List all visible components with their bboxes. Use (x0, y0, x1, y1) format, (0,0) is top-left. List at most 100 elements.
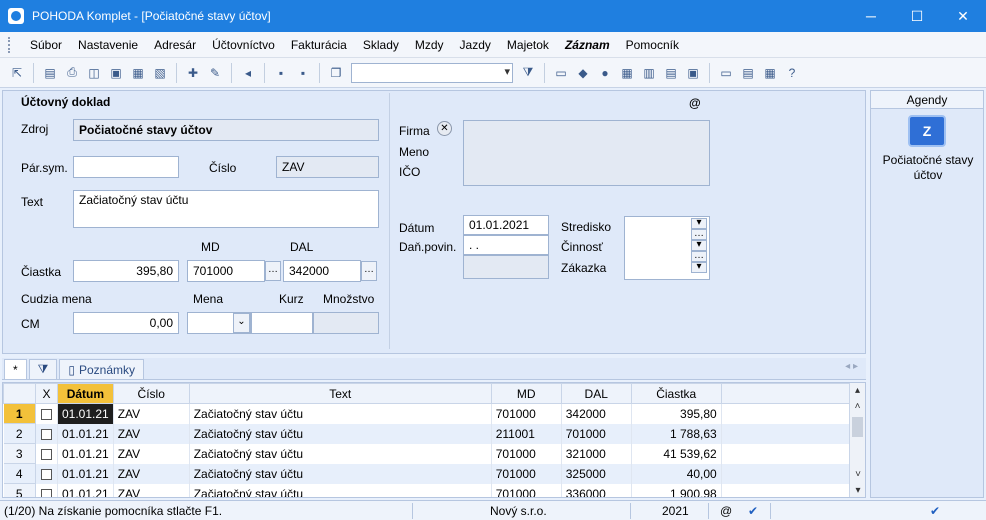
filter-icon[interactable]: ⧩ (518, 63, 538, 83)
row-checkbox[interactable] (35, 423, 58, 444)
cell-text[interactable]: Začiatočný stav účtu (189, 403, 492, 424)
menu-jazdy[interactable]: Jazdy (452, 34, 499, 56)
iban-icon[interactable]: ▣ (683, 63, 703, 83)
save-all-icon[interactable]: ▪ (293, 63, 313, 83)
save-icon[interactable]: ▪ (271, 63, 291, 83)
grid-vertical-scrollbar[interactable]: ▴ ˄ ˅ ▾ (849, 383, 865, 497)
list-icon[interactable]: ▤ (738, 63, 758, 83)
cell-cislo[interactable]: ZAV (113, 443, 190, 464)
notes-icon[interactable]: ▦ (760, 63, 780, 83)
preview-icon[interactable]: ◫ (84, 63, 104, 83)
menu-fakturacia[interactable]: Fakturácia (283, 34, 355, 56)
help-icon[interactable]: ? (782, 63, 802, 83)
cell-text[interactable]: Začiatočný stav účtu (189, 463, 492, 484)
payment-icon[interactable]: ◆ (573, 63, 593, 83)
cell-datum[interactable]: 01.01.21 (57, 423, 114, 444)
menu-uctovnictvo[interactable]: Účtovníctvo (204, 34, 283, 56)
scroll-down-icon[interactable]: ▾ (850, 483, 865, 497)
filter-combo[interactable] (351, 62, 513, 83)
cell-ciastka[interactable]: 40,00 (631, 463, 722, 484)
print-preview-icon[interactable]: ▤ (40, 63, 60, 83)
tab-nav-arrows[interactable]: ◂ ▸ (845, 361, 858, 372)
row-checkbox[interactable] (35, 443, 58, 464)
message-icon[interactable]: ▭ (716, 63, 736, 83)
dal-lookup-button[interactable]: … (361, 261, 377, 281)
folder-icon[interactable]: ▭ (551, 63, 571, 83)
kurz-field[interactable] (251, 312, 313, 334)
grid-header-cislo[interactable]: Číslo (112, 383, 190, 404)
grid-header-rownum[interactable] (3, 383, 36, 404)
back-icon[interactable]: ◂ (238, 63, 258, 83)
print-icon[interactable]: ⎙ (62, 63, 82, 83)
copy-icon[interactable]: ❐ (326, 63, 346, 83)
cell-ciastka[interactable]: 1 900,98 (631, 483, 722, 497)
menu-majetok[interactable]: Majetok (499, 34, 557, 56)
ciastka-field[interactable]: 395,80 (73, 260, 179, 282)
exit-agenda-icon[interactable]: ⇱ (7, 63, 27, 83)
cell-datum[interactable]: 01.01.21 (57, 463, 114, 484)
grid-header-text[interactable]: Text (188, 383, 492, 404)
menu-mzdy[interactable]: Mzdy (407, 34, 452, 56)
cell-text[interactable]: Začiatočný stav účtu (189, 423, 492, 444)
menu-adresar[interactable]: Adresár (146, 34, 204, 56)
cell-md[interactable]: 701000 (491, 443, 562, 464)
chevron-down-icon[interactable]: ⌄ (233, 313, 250, 333)
zakazka-dropdown-button[interactable]: ▾ (691, 262, 707, 273)
scroll-down-icon[interactable]: ˅ (850, 467, 865, 483)
export-icon[interactable]: ▦ (128, 63, 148, 83)
clear-partner-icon[interactable]: ✕ (437, 121, 452, 136)
menu-pomocnik[interactable]: Pomocník (618, 34, 687, 56)
row-checkbox[interactable] (35, 403, 58, 424)
md-field[interactable]: 701000 (187, 260, 265, 282)
grid-header-ciastka[interactable]: Čiastka (630, 383, 722, 404)
row-checkbox[interactable] (35, 463, 58, 484)
cell-datum[interactable]: 01.01.21 (57, 403, 114, 424)
grid-header-dal[interactable]: DAL (560, 383, 632, 404)
close-button[interactable]: ✕ (940, 0, 986, 32)
minimize-button[interactable]: ─ (848, 0, 894, 32)
currency-icon[interactable]: ● (595, 63, 615, 83)
table-row[interactable]: 2 01.01.21 ZAV Začiatočný stav účtu 2110… (3, 423, 852, 444)
menu-subor[interactable]: Súbor (22, 34, 70, 56)
tab-main[interactable]: * (4, 359, 27, 379)
menu-nastavenie[interactable]: Nastavenie (70, 34, 146, 56)
cell-dal[interactable]: 321000 (561, 443, 632, 464)
reports-icon[interactable]: ▧ (150, 63, 170, 83)
cislo-field[interactable]: ZAV (276, 156, 379, 178)
cell-ciastka[interactable]: 395,80 (631, 403, 722, 424)
dal-field[interactable]: 342000 (283, 260, 361, 282)
grid-header-datum[interactable]: Dátum (57, 383, 114, 404)
scroll-thumb[interactable] (852, 417, 863, 437)
cell-dal[interactable]: 701000 (561, 423, 632, 444)
grid-header-md[interactable]: MD (490, 383, 562, 404)
cm-field[interactable]: 0,00 (73, 312, 179, 334)
cell-text[interactable]: Začiatočný stav účtu (189, 483, 492, 497)
ok-circle-icon[interactable]: ✔ (930, 504, 940, 518)
datum-field[interactable]: 01.01.2021 (463, 215, 549, 235)
scroll-up-icon[interactable]: ▴ (850, 383, 865, 399)
cell-md[interactable]: 211001 (491, 423, 562, 444)
menu-zaznam[interactable]: Záznam (557, 34, 618, 56)
tab-poznamky[interactable]: ▯ Poznámky (59, 359, 145, 379)
table-row[interactable]: 1 01.01.21 ZAV Začiatočný stav účtu 7010… (3, 403, 852, 424)
cell-md[interactable]: 701000 (491, 463, 562, 484)
cell-cislo[interactable]: ZAV (113, 463, 190, 484)
table-row[interactable]: 3 01.01.21 ZAV Začiatočný stav účtu 7010… (3, 443, 852, 464)
table-row[interactable]: 5 01.01.21 ZAV Začiatočný stav účtu 7010… (3, 483, 852, 497)
parsym-field[interactable] (73, 156, 179, 178)
calculator-icon[interactable]: ▦ (617, 63, 637, 83)
menu-grip[interactable] (8, 36, 12, 53)
cell-dal[interactable]: 342000 (561, 403, 632, 424)
cell-text[interactable]: Začiatočný stav účtu (189, 443, 492, 464)
checkmark-icon[interactable]: ✔ (748, 504, 758, 518)
menu-sklady[interactable]: Sklady (355, 34, 407, 56)
agenda-item-label[interactable]: Počiatočné stavy účtov (875, 153, 981, 183)
tab-filter[interactable]: ⧩ (28, 359, 58, 379)
table-row[interactable]: 4 01.01.21 ZAV Začiatočný stav účtu 7010… (3, 463, 852, 484)
grid-header-x[interactable]: X (35, 383, 58, 404)
cell-md[interactable]: 701000 (491, 483, 562, 497)
maximize-button[interactable]: ☐ (894, 0, 940, 32)
new-record-icon[interactable]: ✚ (183, 63, 203, 83)
cell-ciastka[interactable]: 41 539,62 (631, 443, 722, 464)
pohoda-agenda-icon[interactable]: Z (908, 115, 946, 147)
